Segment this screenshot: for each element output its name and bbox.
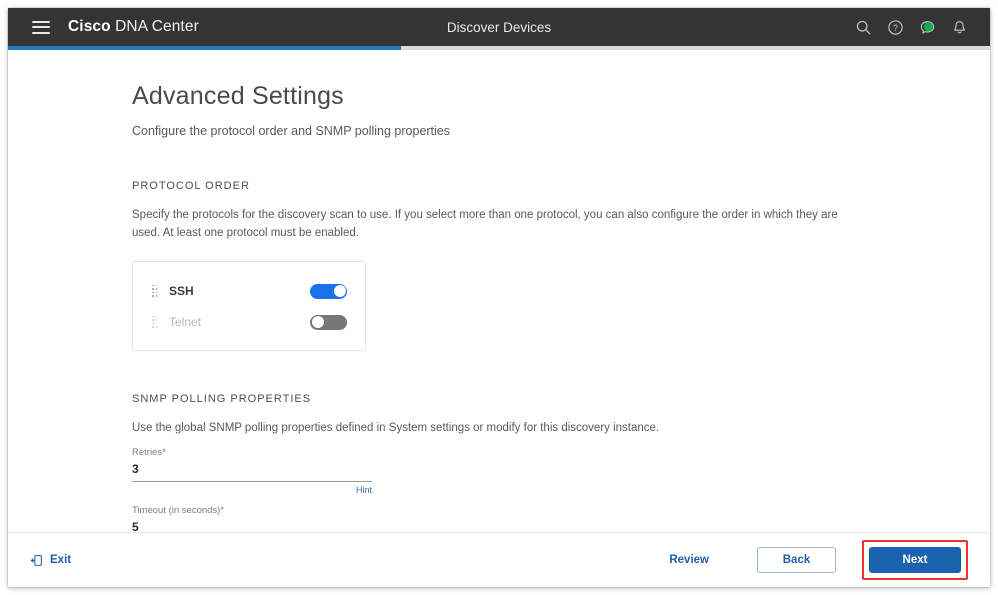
hamburger-line (32, 26, 50, 28)
protocol-label-ssh: SSH (169, 284, 194, 299)
retries-label: Retries* (132, 447, 166, 459)
application-window: Cisco DNA Center Discover Devices ? Adva… (8, 8, 990, 587)
snmp-polling-description: Use the global SNMP polling properties d… (132, 421, 660, 434)
review-button[interactable]: Review (669, 554, 709, 566)
top-navigation-bar: Cisco DNA Center Discover Devices ? (8, 8, 990, 46)
retries-hint-link[interactable]: Hint (132, 485, 372, 495)
protocol-row-telnet[interactable]: Telnet (133, 307, 365, 338)
toggle-knob (311, 316, 324, 329)
protocol-row-ssh[interactable]: SSH (133, 276, 365, 307)
protocol-label-telnet: Telnet (169, 315, 202, 330)
retries-input[interactable] (132, 458, 372, 483)
chat-status-icon[interactable] (919, 19, 936, 36)
search-icon[interactable] (855, 19, 872, 36)
hamburger-line (32, 20, 50, 23)
exit-button[interactable]: Exit (30, 554, 71, 567)
back-button[interactable]: Back (757, 547, 836, 573)
protocol-order-heading: PROTOCOL ORDER (132, 180, 250, 192)
help-icon[interactable]: ? (887, 19, 904, 36)
drag-handle-icon[interactable] (152, 315, 158, 329)
brand-name-bold: Cisco (68, 18, 111, 35)
footer-actions: Review Back Next (669, 540, 968, 580)
brand-name-rest: DNA Center (110, 18, 199, 35)
timeout-input[interactable] (132, 516, 372, 532)
snmp-polling-heading: SNMP POLLING PROPERTIES (132, 392, 312, 405)
page-title: Advanced Settings (132, 82, 344, 110)
drag-handle-icon[interactable] (152, 284, 158, 298)
exit-door-icon (30, 554, 42, 566)
protocol-order-card: SSH Telnet (132, 260, 366, 351)
wizard-footer: Exit Review Back Next (8, 532, 990, 587)
timeout-field-group: Timeout (in seconds)* Hint (132, 505, 372, 532)
screenshot-root: Cisco DNA Center Discover Devices ? Adva… (0, 0, 998, 595)
page-subtitle: Configure the protocol order and SNMP po… (132, 124, 451, 138)
toggle-knob (333, 285, 346, 298)
timeout-label: Timeout (in seconds)* (132, 505, 225, 517)
next-button-highlight: Next (862, 540, 968, 580)
hamburger-line (32, 31, 50, 34)
exit-label: Exit (50, 554, 72, 566)
protocol-toggle-telnet[interactable] (310, 314, 347, 330)
main-content-area: Advanced Settings Configure the protocol… (8, 50, 990, 532)
retries-field-group: Retries* Hint (132, 447, 372, 495)
next-button[interactable]: Next (869, 547, 961, 573)
hamburger-menu-icon[interactable] (32, 20, 50, 34)
notifications-bell-icon[interactable] (951, 19, 968, 36)
brand-logo[interactable]: Cisco DNA Center (68, 18, 199, 36)
protocol-toggle-ssh[interactable] (310, 283, 347, 299)
topbar-icon-group: ? (855, 19, 968, 36)
svg-text:?: ? (893, 22, 898, 32)
protocol-order-description: Specify the protocols for the discovery … (132, 209, 838, 239)
